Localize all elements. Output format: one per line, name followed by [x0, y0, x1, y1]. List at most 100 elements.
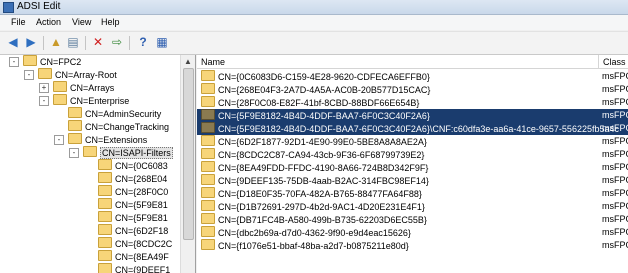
help-icon[interactable]: ? [136, 36, 150, 49]
collapse-toggle[interactable]: - [9, 57, 19, 67]
toolbar: ◀ ▶ ▲ ▤ ✕ ⇨ ? ▦ [0, 31, 628, 55]
list-row[interactable]: CN={dbc2b69a-d7d0-4362-9f90-e9d4eac15626… [197, 226, 628, 239]
up-folder-icon[interactable]: ▲ [49, 36, 63, 49]
list-row-selected[interactable]: CN={5F9E8182-4B4D-4DDF-BAA7-6F0C3C40F2A6… [197, 109, 628, 122]
folder-icon [98, 185, 112, 196]
row-name: CN={268E04F3-2A7D-4A5A-AC0B-20B577D15CAC… [218, 85, 431, 95]
menu-action[interactable]: Action [36, 17, 61, 27]
tree-node-label: CN=FPC2 [40, 57, 82, 67]
scroll-thumb[interactable] [183, 68, 194, 240]
folder-icon [23, 55, 37, 66]
list-row[interactable]: CN={D1B72691-297D-4b2d-9AC1-4D20E231E4F1… [197, 200, 628, 213]
tree-node-label: CN={8CDC2C [115, 239, 173, 249]
folder-icon [98, 159, 112, 170]
folder-icon [201, 187, 215, 198]
tree-node[interactable]: CN={9DEEF1 [98, 263, 170, 273]
list-row[interactable]: CN={D18E0F35-70FA-482A-B765-88477FA64F88… [197, 187, 628, 200]
folder-icon [201, 96, 215, 107]
row-class: msFPC [602, 214, 628, 224]
tree-node[interactable]: CN=ChangeTracking [54, 120, 169, 133]
folder-icon [98, 237, 112, 248]
tree-node-label: CN={28F0C0 [115, 187, 169, 197]
folder-icon [201, 148, 215, 159]
row-name: CN={DB71FC4B-A580-499b-B735-62203D6EC55B… [218, 215, 427, 225]
list-row[interactable]: CN={0C6083D6-C159-4E28-9620-CDFECA6EFFB0… [197, 70, 628, 83]
tree-node[interactable]: CN={6D2F18 [98, 224, 168, 237]
tree-node[interactable]: CN={8CDC2C [98, 237, 172, 250]
row-class: msFPC [602, 227, 628, 237]
adsi-edit-icon [3, 2, 14, 13]
back-icon[interactable]: ◀ [6, 36, 20, 49]
collapse-toggle[interactable]: - [39, 96, 49, 106]
tree-node[interactable]: - CN=Array-Root [24, 68, 117, 81]
list-row[interactable]: CN={8CDC2C87-CA94-43cb-9F36-6F68799739E2… [197, 148, 628, 161]
tree-node-label: CN=ChangeTracking [85, 122, 169, 132]
list-row[interactable]: CN={28F0C08-E82F-41bf-8CBD-88BDF66E654B}… [197, 96, 628, 109]
expand-toggle[interactable]: + [39, 83, 49, 93]
list-row[interactable]: CN={8EA49FDD-FFDC-4190-8A66-724B8D342F9F… [197, 161, 628, 174]
list-row[interactable]: CN={268E04F3-2A7D-4A5A-AC0B-20B577D15CAC… [197, 83, 628, 96]
row-class: msFPC [602, 240, 628, 250]
row-name: CN={D1B72691-297D-4b2d-9AC1-4D20E231E4F1… [218, 202, 425, 212]
menu-view[interactable]: View [72, 17, 91, 27]
tree-node[interactable]: CN={5F9E81 [98, 211, 168, 224]
tree-node[interactable]: CN={28F0C0 [98, 185, 168, 198]
tree-node-label: CN={8EA49F [115, 252, 169, 262]
tree-node[interactable]: CN={268E04 [98, 172, 167, 185]
list-row[interactable]: CN={f1076e51-bbaf-48ba-a2d7-b0875211e80d… [197, 239, 628, 252]
row-class: msFPC [602, 97, 628, 107]
tree-node-label: CN={5F9E81 [115, 213, 168, 223]
row-name: CN={dbc2b69a-d7d0-4362-9f90-e9d4eac15626… [218, 228, 411, 238]
row-name: CN={8EA49FDD-FFDC-4190-8A66-724B8D342F9F… [218, 163, 429, 173]
collapse-toggle[interactable]: - [54, 135, 64, 145]
tree-node-label: CN=Arrays [70, 83, 115, 93]
column-header-name[interactable]: Name [197, 55, 599, 69]
tree-node[interactable]: - CN=Extensions [54, 133, 147, 146]
forward-icon[interactable]: ▶ [24, 36, 38, 49]
list-row[interactable]: CN={DB71FC4B-A580-499b-B735-62203D6EC55B… [197, 213, 628, 226]
tree-node[interactable]: CN={8EA49F [98, 250, 169, 263]
tree-node-label: CN=ISAPI-Filters [100, 147, 173, 159]
folder-icon [98, 211, 112, 222]
tree-node[interactable]: - CN=FPC2 [9, 55, 81, 68]
folder-icon [201, 174, 215, 185]
folder-icon [98, 250, 112, 261]
list-row-selected[interactable]: CN={5F9E8182-4B4D-4DDF-BAA7-6F0C3C40F2A6… [197, 122, 628, 135]
row-name: CN={0C6083D6-C159-4E28-9620-CDFECA6EFFB0… [218, 72, 430, 82]
properties-icon[interactable]: ▦ [155, 36, 169, 49]
folder-icon [83, 146, 97, 157]
scroll-up-icon[interactable]: ▲ [181, 55, 195, 68]
menu-bar: File Action View Help [0, 15, 628, 30]
tree-node[interactable]: - CN=Enterprise [39, 94, 129, 107]
show-hide-tree-icon[interactable]: ▤ [66, 36, 80, 49]
tree-node-selected[interactable]: - CN=ISAPI-Filters [69, 146, 173, 159]
tree-node-label: CN={6D2F18 [115, 226, 169, 236]
folder-icon [38, 68, 52, 79]
row-name: CN={8CDC2C87-CA94-43cb-9F36-6F68799739E2… [218, 150, 425, 160]
list-row[interactable]: CN={9DEEF135-75DB-4aab-B2AC-314FBC98EF14… [197, 174, 628, 187]
tree-node[interactable]: CN={5F9E81 [98, 198, 168, 211]
menu-file[interactable]: File [11, 17, 26, 27]
toolbar-separator [129, 36, 130, 50]
tree-node[interactable]: CN=AdminSecurity [54, 107, 161, 120]
folder-icon [201, 83, 215, 94]
tree-scrollbar[interactable]: ▲ [180, 55, 195, 273]
row-class: msFPC [602, 201, 628, 211]
menu-help[interactable]: Help [101, 17, 120, 27]
column-header-class[interactable]: Class [599, 55, 628, 69]
tree-node-label: CN=Enterprise [70, 96, 130, 106]
folder-icon [201, 239, 215, 250]
tree-node[interactable]: CN={0C6083 [98, 159, 168, 172]
row-class: msFPC [602, 110, 628, 120]
folder-icon [201, 213, 215, 224]
tree-node-label: CN=AdminSecurity [85, 109, 162, 119]
list-row[interactable]: CN={6D2F1877-92D1-4E90-99E0-5BE8A8A8AE2A… [197, 135, 628, 148]
window-title: ADSI Edit [17, 1, 61, 12]
tree-node-label: CN={268E04 [115, 174, 168, 184]
collapse-toggle[interactable]: - [69, 148, 79, 158]
export-icon[interactable]: ⇨ [110, 36, 124, 49]
collapse-toggle[interactable]: - [24, 70, 34, 80]
tree-node[interactable]: + CN=Arrays [39, 81, 114, 94]
delete-icon[interactable]: ✕ [91, 36, 105, 49]
toolbar-separator [43, 36, 44, 50]
